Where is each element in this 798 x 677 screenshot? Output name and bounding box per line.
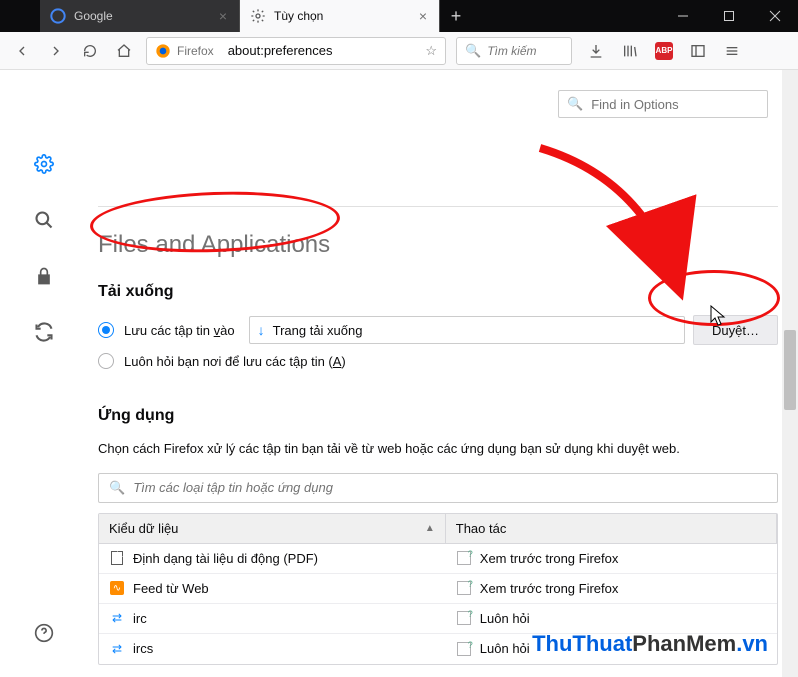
google-favicon — [50, 8, 66, 24]
search-icon: 🔍 — [567, 96, 583, 112]
irc-icon: ⇄ — [109, 641, 125, 657]
prefs-help[interactable] — [30, 619, 58, 647]
prefs-category-privacy[interactable] — [30, 262, 58, 290]
download-icon: ↓ — [258, 322, 265, 338]
find-in-options[interactable]: 🔍 Find in Options — [558, 90, 768, 118]
home-button[interactable] — [108, 35, 140, 67]
radio-always-ask[interactable] — [98, 353, 114, 369]
url-bar[interactable]: Firefox ☆ — [146, 37, 446, 65]
downloads-heading: Tải xuống — [98, 283, 778, 301]
prefs-category-general[interactable] — [30, 150, 58, 178]
download-path-input[interactable]: ↓ Trang tải xuống — [249, 316, 685, 344]
search-icon: 🔍 — [465, 43, 481, 59]
downloads-button[interactable] — [580, 35, 612, 67]
tab-label: Google — [74, 9, 113, 23]
url-input[interactable] — [222, 43, 418, 58]
radio-always-ask-label: Luôn hỏi bạn nơi để lưu các tập tin (A) — [124, 354, 346, 369]
settings-favicon — [250, 8, 266, 24]
section-title-files-apps: Files and Applications — [98, 206, 778, 259]
tab-google[interactable]: Google × — [40, 0, 240, 32]
table-row[interactable]: ∿Feed từ Web Xem trước trong Firefox — [99, 574, 777, 604]
browse-button[interactable]: Duyệt… — [693, 315, 778, 345]
irc-icon: ⇄ — [109, 610, 125, 626]
search-icon: 🔍 — [109, 480, 125, 496]
handler-icon — [456, 641, 472, 657]
bookmark-star-icon[interactable]: ☆ — [417, 43, 445, 59]
close-icon[interactable]: × — [217, 7, 229, 25]
abp-button[interactable]: ABP — [648, 35, 680, 67]
prefs-category-search[interactable] — [30, 206, 58, 234]
radio-save-to[interactable] — [98, 322, 114, 338]
forward-button[interactable] — [40, 35, 72, 67]
tab-preferences[interactable]: Tùy chọn × — [240, 0, 440, 32]
radio-save-to-label: Lưu các tập tin vào — [124, 323, 235, 338]
column-header-action[interactable]: Thao tác — [446, 514, 777, 543]
handler-icon — [456, 550, 472, 566]
identity-box[interactable]: Firefox — [147, 43, 222, 59]
search-input[interactable] — [487, 44, 563, 58]
column-header-type[interactable]: Kiểu dữ liệu ▲ — [99, 514, 446, 543]
new-tab-button[interactable]: + — [440, 0, 472, 32]
library-button[interactable] — [614, 35, 646, 67]
sort-arrow-icon: ▲ — [425, 523, 435, 534]
applications-description: Chọn cách Firefox xử lý các tập tin bạn … — [98, 439, 778, 459]
rss-icon: ∿ — [109, 580, 125, 596]
applications-filter-input[interactable]: 🔍 Tìm các loại tập tin hoặc ứng dụng — [98, 473, 778, 503]
applications-heading: Ứng dụng — [98, 407, 778, 425]
handler-icon — [456, 580, 472, 596]
find-placeholder: Find in Options — [591, 97, 678, 112]
watermark: ThuThuatPhanMem.vn — [532, 631, 768, 657]
tab-label: Tùy chọn — [274, 9, 323, 23]
scrollbar-thumb[interactable] — [784, 330, 796, 410]
handler-icon — [456, 610, 472, 626]
filter-placeholder: Tìm các loại tập tin hoặc ứng dụng — [133, 480, 333, 495]
reload-button[interactable] — [74, 35, 106, 67]
window-close[interactable] — [752, 0, 798, 32]
back-button[interactable] — [6, 35, 38, 67]
pdf-icon — [109, 550, 125, 566]
search-bar[interactable]: 🔍 — [456, 37, 572, 65]
identity-label: Firefox — [177, 44, 214, 58]
sidebar-button[interactable] — [682, 35, 714, 67]
close-icon[interactable]: × — [417, 7, 429, 25]
table-row[interactable]: Định dạng tài liệu di động (PDF) Xem trư… — [99, 544, 777, 574]
prefs-category-sync[interactable] — [30, 318, 58, 346]
table-row[interactable]: ⇄irc Luôn hỏi — [99, 604, 777, 634]
window-minimize[interactable] — [660, 0, 706, 32]
menu-button[interactable] — [716, 35, 748, 67]
window-maximize[interactable] — [706, 0, 752, 32]
download-path-text: Trang tải xuống — [273, 323, 363, 338]
